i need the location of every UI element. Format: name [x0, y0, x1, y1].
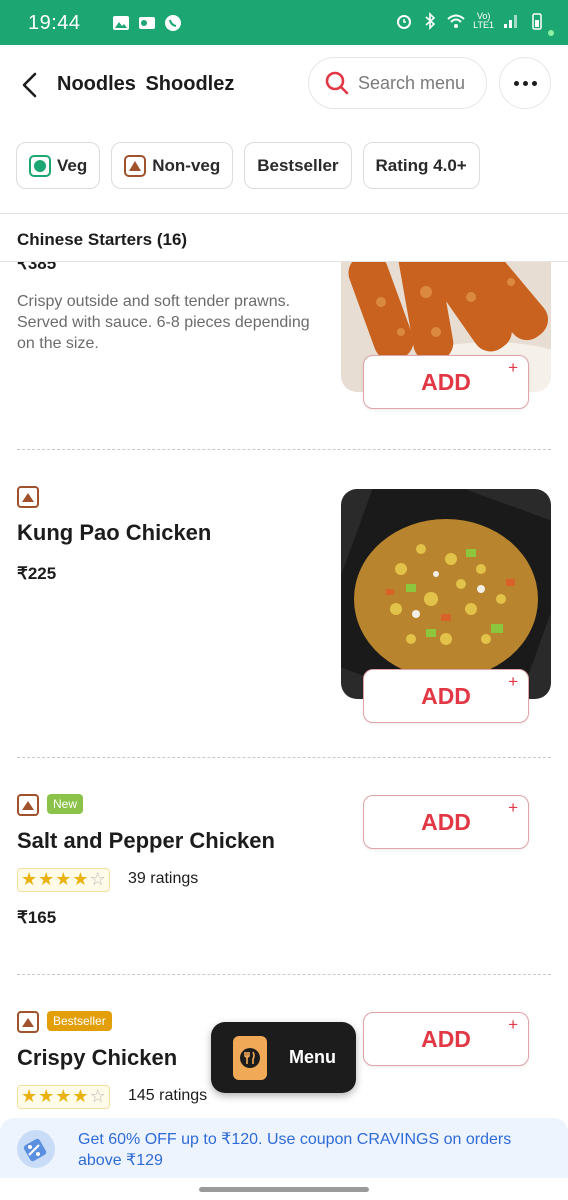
- alarm-icon: [397, 15, 412, 29]
- bluetooth-icon: [425, 12, 436, 30]
- search-placeholder: Search menu: [358, 72, 466, 93]
- status-bar: 19:44 Vo) LTE1: [0, 0, 568, 45]
- cutlery-book-icon: [233, 1035, 267, 1080]
- star-icon: ★: [21, 1086, 38, 1107]
- more-dots-icon: [513, 80, 519, 86]
- item-name: Kung Pao Chicken: [17, 520, 212, 545]
- filter-bestseller[interactable]: Bestseller: [244, 142, 352, 189]
- privacy-dot: [548, 30, 554, 36]
- add-button[interactable]: ADD +: [363, 669, 529, 723]
- menu-list: ₹385 Crispy outside and soft tender praw…: [0, 262, 568, 1118]
- ratings-count: 39 ratings: [128, 870, 199, 887]
- outlook-icon: [139, 17, 155, 29]
- notification-icons: [112, 14, 182, 32]
- plus-icon: +: [508, 358, 518, 377]
- filter-non-veg[interactable]: Non-veg: [111, 142, 234, 189]
- filter-chips: Veg Non-veg Bestseller Rating 4.0+: [16, 142, 480, 189]
- non-veg-icon: [17, 794, 39, 816]
- filter-rating[interactable]: Rating 4.0+: [362, 142, 480, 189]
- non-veg-icon: [124, 154, 147, 177]
- star-icon: ★: [55, 1086, 72, 1107]
- star-icon: ★: [55, 869, 72, 890]
- item-image-kung-pao-chicken[interactable]: [341, 489, 551, 699]
- section-header[interactable]: Chinese Starters (16): [0, 214, 568, 262]
- add-button[interactable]: ADD +: [363, 355, 529, 409]
- system-icons: Vo) LTE1: [395, 12, 546, 30]
- item-price: ₹225: [17, 564, 57, 583]
- star-icon: ★: [38, 1086, 55, 1107]
- item-description: Crispy outside and soft tender prawns. S…: [17, 293, 310, 352]
- whatsapp-icon: [165, 15, 181, 31]
- back-button[interactable]: [14, 67, 44, 103]
- search-icon: [325, 71, 349, 95]
- gallery-icon: [113, 16, 129, 30]
- menu-item: New Salt and Pepper Chicken ★ ★ ★ ★ ☆ 39 rat…: [0, 758, 568, 973]
- bestseller-badge: Bestseller: [47, 1011, 112, 1031]
- coupon-text: Get 60% OFF up to ₹120. Use coupon CRAVI…: [78, 1131, 512, 1169]
- section-title: Chinese Starters (16): [17, 230, 188, 249]
- plus-icon: +: [508, 1015, 518, 1034]
- signal-icon: [504, 15, 517, 28]
- status-time: 19:44: [28, 12, 81, 34]
- star-empty-icon: ☆: [89, 1086, 106, 1107]
- menu-button[interactable]: Menu: [211, 1022, 356, 1093]
- item-price: ₹165: [17, 908, 57, 927]
- battery-icon: [532, 13, 542, 30]
- veg-icon: [29, 154, 51, 177]
- plus-icon: +: [508, 672, 518, 691]
- non-veg-icon: [17, 486, 39, 508]
- item-price: ₹385: [17, 262, 57, 273]
- item-name: Crispy Chicken: [17, 1045, 178, 1070]
- chevron-left-icon: [22, 72, 37, 98]
- add-button[interactable]: ADD +: [363, 795, 529, 849]
- restaurant-title: Noodles Shoodlez: [57, 73, 235, 95]
- discount-tag-icon: [17, 1130, 55, 1168]
- star-icon: ★: [72, 869, 89, 890]
- wifi-icon: [447, 14, 465, 28]
- header: Noodles Shoodlez Search menu: [0, 45, 568, 125]
- network-label: Vo) LTE1: [473, 11, 494, 30]
- menu-item: Kung Pao Chicken ₹225 ADD +: [0, 450, 568, 755]
- add-button[interactable]: ADD +: [363, 1012, 529, 1066]
- star-icon: ★: [21, 869, 38, 890]
- plus-icon: +: [508, 798, 518, 817]
- non-veg-icon: [17, 1011, 39, 1033]
- rating-stars: ★ ★ ★ ★ ☆: [17, 868, 110, 892]
- new-badge: New: [47, 794, 84, 814]
- home-indicator[interactable]: [199, 1187, 369, 1192]
- star-empty-icon: ☆: [89, 869, 106, 890]
- more-options-button[interactable]: [499, 57, 551, 109]
- ratings-count: 145 ratings: [128, 1087, 208, 1104]
- menu-item: ₹385 Crispy outside and soft tender praw…: [0, 262, 568, 447]
- search-menu-input[interactable]: Search menu: [308, 57, 487, 109]
- coupon-banner[interactable]: Get 60% OFF up to ₹120. Use coupon CRAVI…: [0, 1118, 568, 1178]
- item-name: Salt and Pepper Chicken: [17, 828, 275, 853]
- star-icon: ★: [38, 869, 55, 890]
- filter-veg[interactable]: Veg: [16, 142, 101, 189]
- rating-stars: ★ ★ ★ ★ ☆: [17, 1085, 110, 1109]
- menu-button-label: Menu: [289, 1047, 336, 1067]
- star-icon: ★: [72, 1086, 89, 1107]
